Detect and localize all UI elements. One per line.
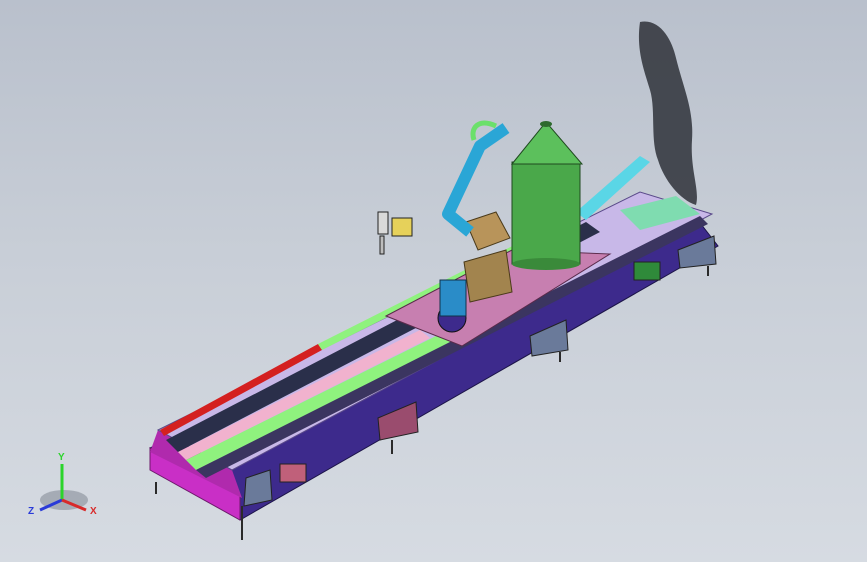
triad-z-label: Z bbox=[28, 506, 34, 517]
shadow-silhouette bbox=[638, 21, 697, 206]
cad-viewport[interactable]: Y Z X bbox=[0, 0, 867, 562]
robot-pedestal[interactable] bbox=[463, 249, 513, 303]
hopper-cap bbox=[540, 121, 552, 127]
hopper-bottom bbox=[512, 258, 580, 270]
access-panel-rear[interactable] bbox=[633, 261, 661, 281]
robot-turret[interactable] bbox=[465, 211, 511, 251]
triad-x-label: X bbox=[90, 506, 97, 517]
access-panel-front[interactable] bbox=[279, 463, 307, 483]
hopper-cone[interactable] bbox=[510, 121, 584, 165]
triad-y-label: Y bbox=[58, 452, 65, 463]
machine-assembly-view[interactable]: Y Z X bbox=[0, 0, 867, 562]
robot-motor[interactable] bbox=[439, 279, 467, 317]
view-triad[interactable]: Y Z X bbox=[28, 452, 97, 517]
gripper-tool[interactable] bbox=[377, 211, 413, 255]
rail-dark-lower bbox=[196, 216, 708, 478]
hopper-body[interactable] bbox=[511, 161, 581, 265]
